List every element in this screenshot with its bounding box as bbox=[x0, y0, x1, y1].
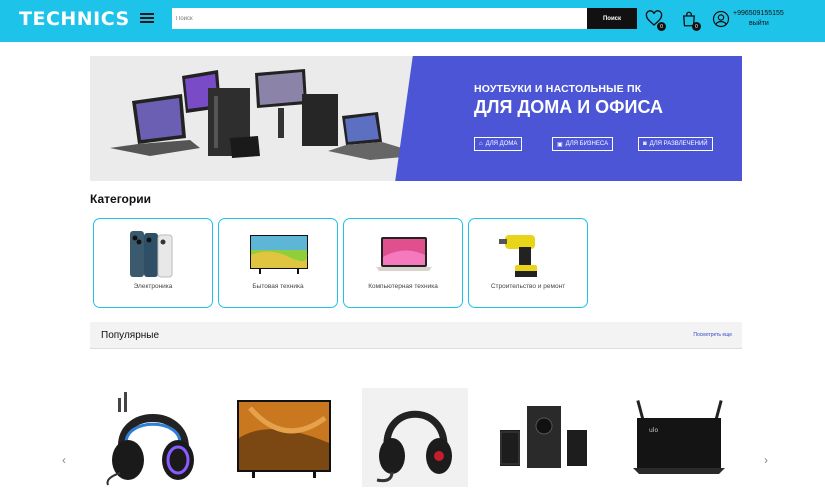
category-label: Электроника bbox=[133, 283, 173, 290]
drill-image bbox=[499, 235, 537, 277]
laptop-image bbox=[376, 237, 432, 271]
tv-image bbox=[250, 235, 308, 274]
home-icon: ⌂ bbox=[479, 141, 483, 147]
smartphones-image bbox=[130, 231, 173, 278]
favorites-button[interactable]: 0 bbox=[645, 10, 666, 31]
gaming-headset-image bbox=[106, 392, 194, 486]
category-label: Бытовая техника bbox=[252, 283, 304, 290]
gaming-headset-red-image bbox=[362, 388, 468, 487]
favorites-count-badge: 0 bbox=[657, 22, 666, 31]
cart-count-badge: 0 bbox=[692, 22, 701, 31]
logout-link[interactable]: выйти bbox=[749, 20, 769, 27]
category-card-construction[interactable]: Строительство и ремонт bbox=[468, 218, 588, 308]
search-button[interactable]: Поиск bbox=[587, 8, 637, 29]
menu-icon[interactable] bbox=[140, 11, 154, 25]
see-more-link[interactable]: Посмотреть еще bbox=[693, 332, 732, 338]
header-bar: TECHNICS Поиск 0 0 +996509155155 выйти bbox=[0, 0, 825, 42]
category-card-computers[interactable]: Компьютерная техника bbox=[343, 218, 463, 308]
product-card[interactable] bbox=[362, 388, 468, 487]
banner-subtitle: НОУТБУКИ И НАСТОЛЬНЫЕ ПК bbox=[474, 83, 642, 95]
popular-header: Популярные Посмотреть еще bbox=[90, 322, 742, 349]
category-label: Строительство и ремонт bbox=[490, 283, 566, 290]
briefcase-icon: ▣ bbox=[557, 141, 563, 148]
phone-number: +996509155155 bbox=[733, 10, 784, 17]
speaker-system-image bbox=[500, 406, 587, 468]
user-icon bbox=[712, 10, 730, 28]
logo[interactable]: TECHNICS bbox=[19, 8, 130, 30]
computers-image bbox=[90, 56, 420, 181]
promo-banner[interactable]: НОУТБУКИ И НАСТОЛЬНЫЕ ПК ДЛЯ ДОМА И ОФИС… bbox=[90, 56, 742, 181]
banner-home-button[interactable]: ⌂ ДЛЯ ДОМА bbox=[474, 137, 523, 151]
gamepad-icon: ◙ bbox=[643, 141, 647, 147]
product-card[interactable]: ulo bbox=[627, 388, 733, 487]
product-card[interactable] bbox=[100, 388, 206, 487]
category-label: Компьютерная техника bbox=[368, 283, 438, 290]
product-card[interactable] bbox=[230, 388, 336, 487]
router-image: ulo bbox=[633, 400, 725, 474]
banner-title: ДЛЯ ДОМА И ОФИСА bbox=[474, 97, 663, 117]
category-card-appliances[interactable]: Бытовая техника bbox=[218, 218, 338, 308]
carousel-next-button[interactable]: › bbox=[764, 453, 768, 467]
banner-accent-panel bbox=[422, 56, 742, 181]
cart-button[interactable]: 0 bbox=[680, 10, 701, 31]
search-input[interactable] bbox=[172, 8, 587, 29]
samsung-tv-image bbox=[237, 400, 331, 478]
chevron-right-icon: › bbox=[764, 453, 768, 467]
category-card-electronics[interactable]: Электроника bbox=[93, 218, 213, 308]
svg-text:ulo: ulo bbox=[649, 427, 658, 434]
banner-business-button[interactable]: ▣ ДЛЯ БИЗНЕСА bbox=[552, 137, 614, 151]
popular-title: Популярные bbox=[101, 330, 160, 341]
product-card[interactable] bbox=[495, 388, 601, 487]
search-bar: Поиск bbox=[172, 8, 637, 29]
account-button[interactable] bbox=[712, 10, 730, 28]
banner-entertainment-button[interactable]: ◙ ДЛЯ РАЗВЛЕЧЕНИЙ bbox=[638, 137, 713, 151]
categories-title: Категории bbox=[90, 192, 151, 206]
carousel-prev-button[interactable]: ‹ bbox=[62, 453, 66, 467]
chevron-left-icon: ‹ bbox=[62, 453, 66, 467]
